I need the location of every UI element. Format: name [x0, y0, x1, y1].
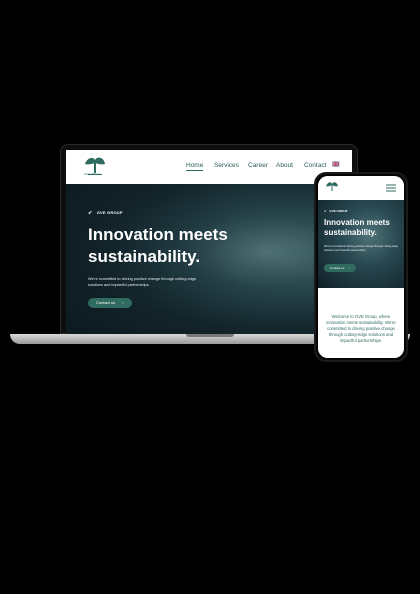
- nav-services[interactable]: Services: [214, 162, 239, 169]
- contact-us-button[interactable]: Contact us ›: [88, 298, 132, 308]
- language-flag-icon[interactable]: 🇬🇧: [332, 161, 339, 168]
- tag-arrow-icon: ➶: [88, 210, 93, 216]
- phone-hero-headline: Innovation meets sustainability.: [324, 218, 390, 237]
- nav-about[interactable]: About: [276, 162, 293, 169]
- laptop-display: GlobalBeam Home Services Career About Co…: [66, 150, 352, 334]
- phone-hero-tag-label: GVE GROUP: [329, 209, 348, 213]
- hero-section: ➶ GVE GROUP Innovation meets sustainabil…: [66, 184, 352, 334]
- nav-career[interactable]: Career: [248, 162, 268, 169]
- hero-tag: ➶ GVE GROUP: [88, 210, 123, 216]
- phone-screen: ➶ GVE GROUP Innovation meets sustainabil…: [318, 176, 404, 358]
- logo-text: GlobalBeam: [84, 172, 101, 176]
- phone-contact-us-button[interactable]: Contact us ›: [324, 264, 357, 272]
- nav-contact[interactable]: Contact: [304, 162, 326, 169]
- hamburger-menu-icon[interactable]: [386, 184, 396, 192]
- nav-home[interactable]: Home: [186, 162, 204, 171]
- hero-tag-label: GVE GROUP: [96, 210, 123, 215]
- hero-subtext: We're committed to driving positive chan…: [88, 277, 197, 287]
- top-navigation: GlobalBeam Home Services Career About Co…: [66, 150, 352, 184]
- phone-hero-section: ➶ GVE GROUP Innovation meets sustainabil…: [318, 200, 404, 288]
- phone-hero-subtext: We're committed to driving positive chan…: [324, 245, 398, 252]
- company-logo-icon: [85, 157, 105, 175]
- phone-hero-tag: ➶ GVE GROUP: [324, 209, 348, 213]
- hero-headline: Innovation meets sustainability.: [88, 225, 228, 266]
- phone-navigation: [318, 176, 404, 200]
- welcome-text: Welcome to GVE Group, where innovation m…: [326, 314, 396, 343]
- phone-content-section: Welcome to GVE Group, where innovation m…: [318, 288, 404, 358]
- phone-arrow-right-icon: ›: [349, 266, 351, 270]
- laptop-notch: [186, 334, 234, 337]
- phone-contact-us-label: Contact us: [330, 266, 345, 270]
- phone-logo-icon: [326, 182, 338, 191]
- arrow-right-icon: ›: [122, 300, 124, 305]
- contact-us-label: Contact us: [96, 300, 116, 305]
- phone-tag-arrow-icon: ➶: [324, 209, 327, 213]
